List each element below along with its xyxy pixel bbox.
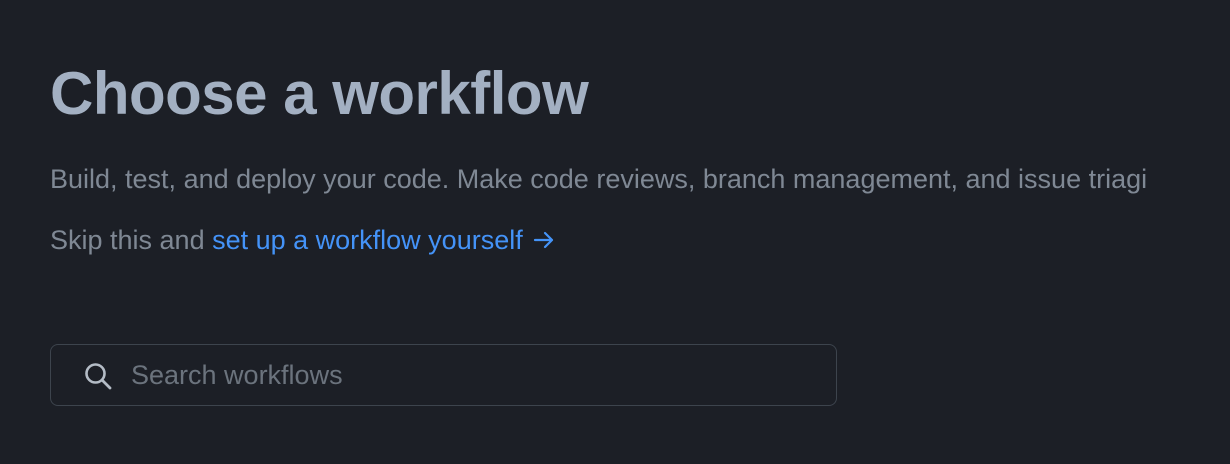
- skip-line: Skip this and set up a workflow yourself: [50, 223, 555, 257]
- page-description: Build, test, and deploy your code. Make …: [50, 164, 1148, 194]
- page-title: Choose a workflow: [50, 60, 589, 127]
- search-icon: [85, 363, 112, 390]
- arrow-right-icon: [533, 231, 553, 249]
- setup-workflow-yourself-link[interactable]: set up a workflow yourself: [212, 225, 555, 255]
- search-workflows-input[interactable]: [131, 345, 821, 405]
- workflow-chooser: Choose a workflow Build, test, and deplo…: [50, 0, 1230, 464]
- setup-workflow-link-label: set up a workflow yourself: [212, 225, 523, 255]
- skip-prefix: Skip this and: [50, 225, 213, 255]
- search-workflows-box[interactable]: [50, 344, 837, 406]
